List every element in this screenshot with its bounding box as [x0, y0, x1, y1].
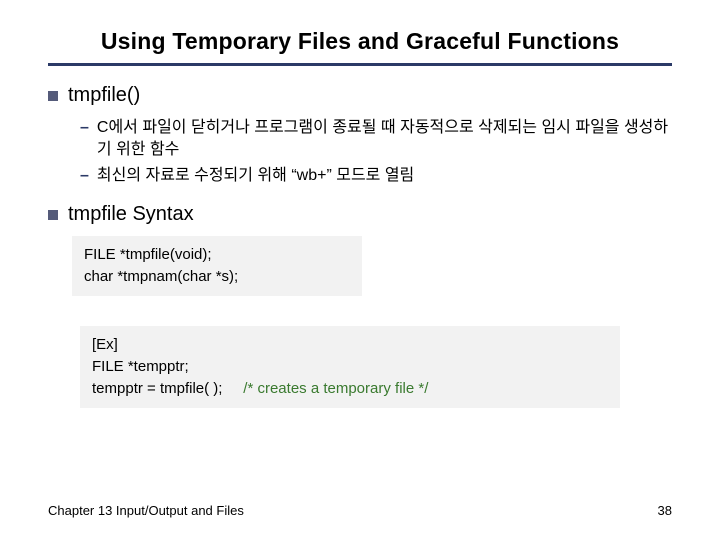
footer-chapter: Chapter 13 Input/Output and Files [48, 503, 244, 518]
list-item: – 최신의 자료로 수정되기 위해 “wb+” 모드로 열림 [80, 165, 672, 187]
bullet-text: C에서 파일이 닫히거나 프로그램이 종료될 때 자동적으로 삭제되는 임시 파… [97, 117, 672, 161]
sub-list: – C에서 파일이 닫히거나 프로그램이 종료될 때 자동적으로 삭제되는 임시… [80, 117, 672, 187]
bullet-square-icon [48, 210, 58, 220]
section-heading: tmpfile() [68, 84, 140, 107]
section-heading-row: tmpfile() [48, 84, 672, 107]
bullet-square-icon [48, 91, 58, 101]
section-tmpfile: tmpfile() – C에서 파일이 닫히거나 프로그램이 종료될 때 자동적… [48, 84, 672, 187]
code-line: FILE *tempptr; [92, 356, 608, 378]
bullet-text: 최신의 자료로 수정되기 위해 “wb+” 모드로 열림 [97, 165, 414, 187]
section-heading: tmpfile Syntax [68, 203, 194, 226]
syntax-codebox: FILE *tmpfile(void); char *tmpnam(char *… [72, 236, 362, 296]
code-line: FILE *tmpfile(void); [84, 244, 350, 266]
dash-icon: – [80, 117, 89, 161]
code-line: [Ex] [92, 334, 608, 356]
slide-title: Using Temporary Files and Graceful Funct… [48, 28, 672, 66]
code-comment: /* creates a temporary file */ [243, 380, 428, 397]
list-item: – C에서 파일이 닫히거나 프로그램이 종료될 때 자동적으로 삭제되는 임시… [80, 117, 672, 161]
code-text: tempptr = tmpfile( ); [92, 380, 222, 397]
slide: Using Temporary Files and Graceful Funct… [0, 0, 720, 540]
section-syntax: tmpfile Syntax FILE *tmpfile(void); char… [48, 203, 672, 296]
section-heading-row: tmpfile Syntax [48, 203, 672, 226]
example-codebox: [Ex] FILE *tempptr; tempptr = tmpfile( )… [80, 326, 620, 408]
page-number: 38 [658, 503, 672, 518]
code-line: tempptr = tmpfile( ); /* creates a tempo… [92, 378, 608, 400]
dash-icon: – [80, 165, 89, 187]
code-line: char *tmpnam(char *s); [84, 266, 350, 288]
